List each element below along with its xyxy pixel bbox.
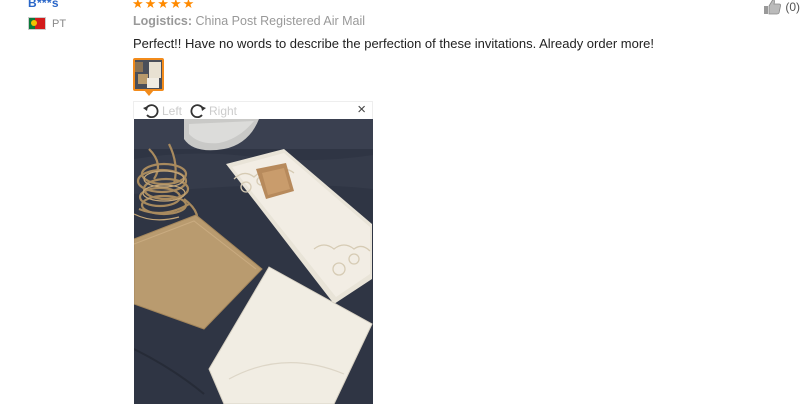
country-code: PT	[52, 17, 67, 30]
logistics-label: Logistics:	[133, 14, 193, 28]
helpful-button[interactable]: (0)	[763, 0, 800, 15]
rotate-right-button[interactable]: Right	[189, 102, 237, 120]
logistics-info: Logistics: China Post Registered Air Mai…	[133, 14, 365, 28]
portugal-flag-icon	[28, 17, 46, 30]
star-rating: ★★★★★	[132, 0, 196, 11]
image-viewer-toolbar: Left Right ×	[133, 101, 373, 119]
rotate-right-icon	[190, 104, 206, 119]
thumbs-up-icon	[764, 0, 782, 15]
review-photo-large	[134, 119, 373, 404]
rotate-left-icon	[143, 104, 159, 119]
review-photo-thumbnail[interactable]	[133, 58, 164, 91]
buyer-name[interactable]: B***s	[28, 0, 59, 10]
helpful-count: (0)	[785, 0, 800, 14]
close-icon[interactable]: ×	[357, 101, 366, 118]
thumbnail-pointer	[144, 90, 154, 96]
review-text: Perfect!! Have no words to describe the …	[133, 36, 654, 51]
rotate-left-label: Left	[162, 104, 183, 118]
logistics-value: China Post Registered Air Mail	[195, 14, 366, 28]
buyer-country: PT	[28, 17, 66, 30]
rotate-left-button[interactable]: Left	[142, 102, 182, 120]
rotate-right-label: Right	[209, 104, 238, 118]
